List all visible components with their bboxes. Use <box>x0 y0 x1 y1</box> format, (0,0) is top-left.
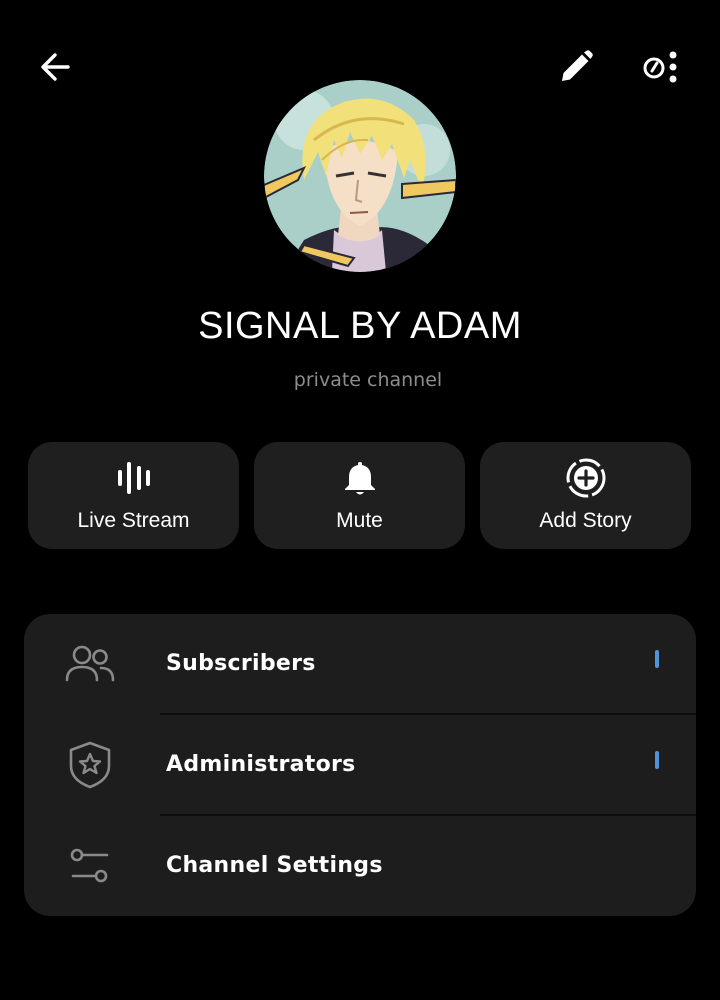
administrators-count <box>655 751 659 769</box>
subscribers-count <box>655 650 659 668</box>
channel-menu: Subscribers Administrators Channel Setti… <box>24 614 696 916</box>
channel-name: SIGNAL BY ADAM <box>198 305 522 347</box>
administrators-label: Administrators <box>166 752 356 777</box>
administrators-item[interactable]: Administrators <box>24 715 696 815</box>
add-story-button[interactable]: Add Story <box>480 442 691 549</box>
arrow-left-icon <box>41 53 70 81</box>
add-story-icon <box>566 458 605 498</box>
bell-icon <box>344 462 375 495</box>
add-story-label: Add Story <box>539 509 632 532</box>
edit-button[interactable] <box>552 44 600 90</box>
more-options-button[interactable] <box>634 44 686 90</box>
live-stream-button[interactable]: Live Stream <box>28 442 239 549</box>
anime-character-avatar <box>264 80 456 272</box>
more-options-icon <box>643 51 677 83</box>
mute-label: Mute <box>336 509 383 532</box>
subscribers-item[interactable]: Subscribers <box>24 614 696 714</box>
pencil-icon <box>562 50 593 81</box>
channel-avatar[interactable] <box>264 80 456 272</box>
live-stream-label: Live Stream <box>77 509 190 532</box>
people-icon <box>65 645 115 682</box>
live-stream-icon <box>117 462 150 494</box>
mute-button[interactable]: Mute <box>254 442 465 549</box>
shield-star-icon <box>69 741 111 789</box>
back-button[interactable] <box>30 44 80 90</box>
channel-settings-item[interactable]: Channel Settings <box>24 816 696 916</box>
channel-settings-label: Channel Settings <box>166 853 383 878</box>
channel-type-label: private channel <box>293 369 443 391</box>
subscribers-label: Subscribers <box>166 651 316 676</box>
sliders-icon <box>70 848 109 883</box>
